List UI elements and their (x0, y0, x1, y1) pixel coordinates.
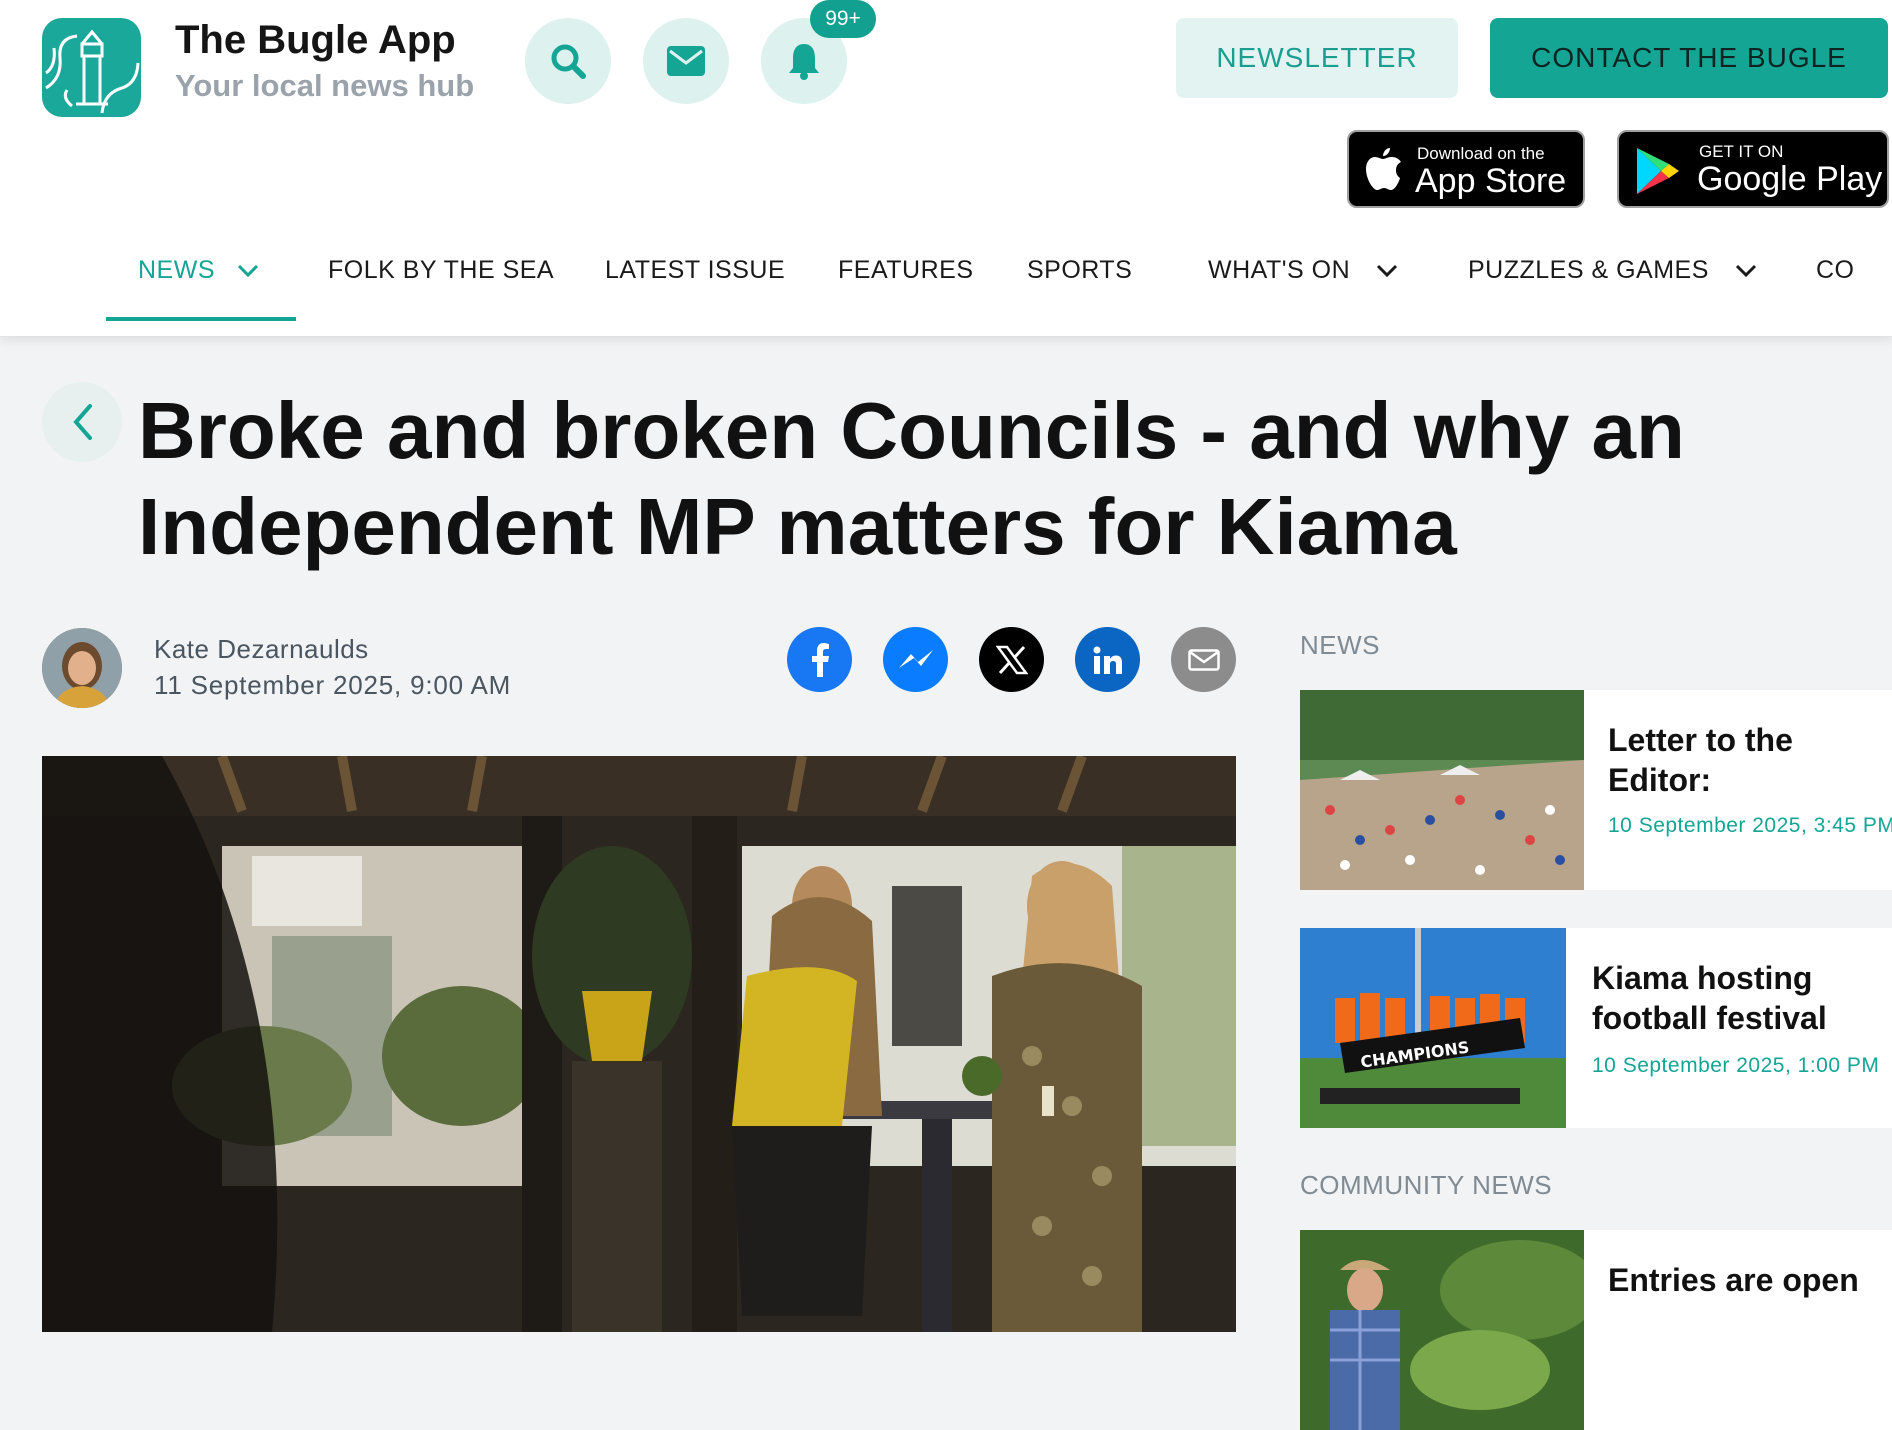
share-email-button[interactable] (1171, 627, 1236, 692)
chevron-down-icon (1377, 264, 1398, 277)
messenger-icon (898, 649, 933, 668)
news-card[interactable]: CHAMPIONS Kiama hosting football festiva… (1300, 928, 1892, 1128)
google-play-icon (1637, 148, 1679, 194)
share-facebook-button[interactable] (787, 627, 852, 692)
google-play-button[interactable]: GET IT ON Google Play (1617, 130, 1889, 208)
nav-news-label: NEWS (138, 256, 215, 284)
mail-icon (667, 46, 705, 76)
nav-sports[interactable]: SPORTS (1027, 256, 1132, 285)
chevron-left-icon (73, 404, 92, 440)
search-icon (551, 44, 586, 79)
article-hero-image (42, 756, 1236, 1332)
chevron-down-icon (1735, 264, 1756, 277)
sidebar-community-news-label: COMMUNITY NEWS (1300, 1170, 1553, 1200)
community-card-title: Entries are open (1608, 1262, 1859, 1298)
notification-badge: 99+ (810, 0, 876, 38)
google-play-big-text: Google Play (1697, 160, 1883, 198)
news-card-date: 10 September 2025, 3:45 PM (1608, 814, 1892, 837)
nav-whats-on-label: WHAT'S ON (1208, 256, 1351, 284)
contact-button[interactable]: CONTACT THE BUGLE (1490, 18, 1888, 98)
author-avatar (42, 628, 122, 708)
nav-puzzles-games-label: PUZZLES & GAMES (1468, 256, 1709, 284)
app-store-button[interactable]: Download on the App Store (1347, 130, 1585, 208)
share-x-button[interactable] (979, 627, 1044, 692)
app-title: The Bugle App (175, 18, 456, 62)
bugle-logo[interactable] (42, 18, 141, 117)
community-card-thumbnail (1300, 1230, 1584, 1430)
news-card-title: Letter to the Editor: (1608, 722, 1793, 798)
app-store-big-text: App Store (1415, 162, 1567, 200)
community-card[interactable]: Entries are open (1300, 1230, 1892, 1430)
app-store-small-text: Download on the (1417, 144, 1545, 163)
nav-co[interactable]: CO (1816, 256, 1855, 285)
newsletter-button[interactable]: NEWSLETTER (1176, 18, 1458, 98)
news-card-title: Kiama hosting football festival (1592, 960, 1827, 1036)
apple-icon (1366, 148, 1401, 190)
share-linkedin-button[interactable] (1075, 627, 1140, 692)
linkedin-icon (1093, 646, 1122, 674)
share-messenger-button[interactable] (883, 627, 948, 692)
mail-button[interactable] (643, 18, 729, 104)
nav-latest-issue[interactable]: LATEST ISSUE (605, 256, 785, 285)
news-card-date: 10 September 2025, 1:00 PM (1592, 1054, 1880, 1077)
chevron-down-icon (237, 264, 259, 277)
nav-features[interactable]: FEATURES (838, 256, 974, 285)
nav-active-underline (106, 317, 296, 321)
bell-icon (789, 44, 819, 80)
nav-whats-on[interactable]: WHAT'S ON (1208, 256, 1398, 285)
search-button[interactable] (525, 18, 611, 104)
facebook-icon (811, 642, 829, 677)
news-card[interactable]: Letter to the Editor: 10 September 2025,… (1300, 690, 1892, 890)
sidebar-news-label: NEWS (1300, 630, 1380, 660)
google-play-small-text: GET IT ON (1699, 142, 1784, 161)
back-button[interactable] (42, 382, 122, 462)
article-headline: Broke and broken Councils - and why an I… (138, 386, 1685, 571)
app-subtitle: Your local news hub (175, 68, 475, 103)
publish-date: 11 September 2025, 9:00 AM (154, 670, 512, 700)
author-name[interactable]: Kate Dezarnaulds (154, 634, 369, 665)
nav-news[interactable]: NEWS (138, 256, 259, 285)
news-card-thumbnail (1300, 690, 1584, 890)
x-icon (995, 645, 1028, 674)
news-card-thumbnail: CHAMPIONS (1300, 928, 1566, 1128)
site-header: The Bugle App Your local news hub 99+ NE… (0, 0, 1892, 337)
email-icon (1187, 648, 1220, 671)
nav-folk-by-the-sea[interactable]: FOLK BY THE SEA (328, 256, 554, 285)
nav-puzzles-games[interactable]: PUZZLES & GAMES (1468, 256, 1757, 285)
